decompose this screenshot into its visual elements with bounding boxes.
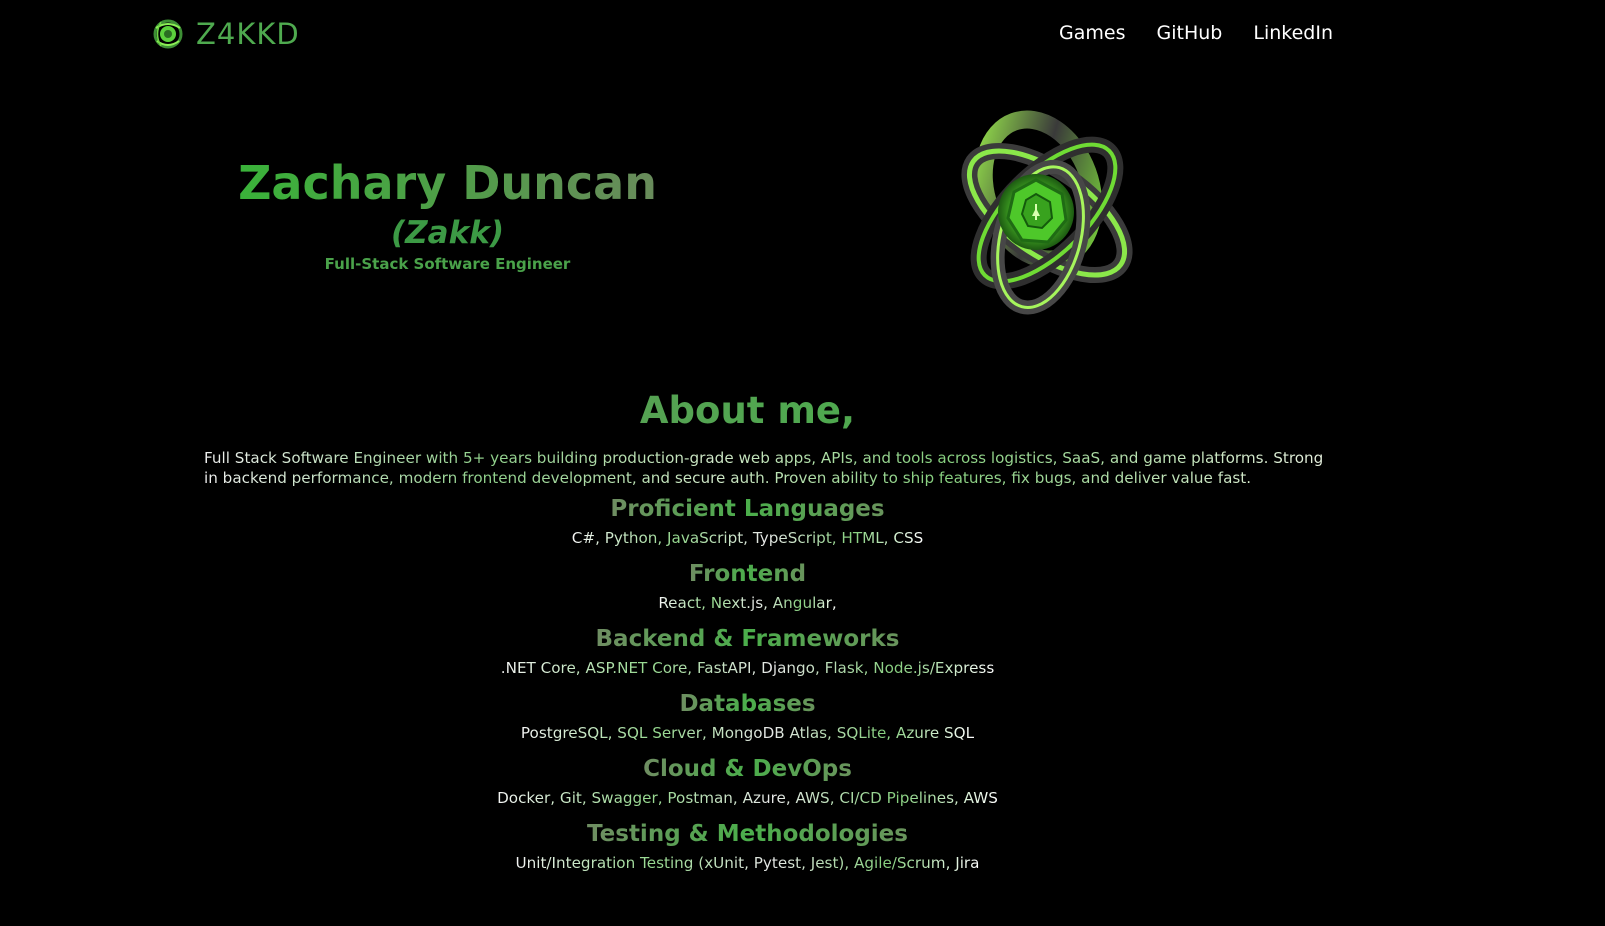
skill-group-cloud-devops: Cloud & DevOps Docker, Git, Swagger, Pos… — [0, 753, 1495, 818]
skill-items: C#, Python, JavaScript, TypeScript, HTML… — [0, 527, 1495, 549]
skill-items-text: Unit/Integration Testing (xUnit, Pytest,… — [515, 854, 980, 872]
brand-link[interactable]: Z4KKD — [152, 17, 300, 51]
nav-links: Games GitHub LinkedIn — [1059, 22, 1333, 44]
skill-heading: Databases — [679, 688, 815, 720]
skill-items-text: PostgreSQL, SQL Server, MongoDB Atlas, S… — [520, 724, 975, 742]
skill-group-languages: Proficient Languages C#, Python, JavaScr… — [0, 493, 1495, 558]
about-text: Full Stack Software Engineer with 5+ yea… — [204, 448, 1334, 488]
brand-name: Z4KKD — [196, 17, 300, 51]
navbar: Z4KKD Games GitHub LinkedIn — [0, 0, 1605, 72]
skill-items: .NET Core, ASP.NET Core, FastAPI, Django… — [0, 657, 1495, 679]
skill-heading: Cloud & DevOps — [643, 753, 852, 785]
about-title: About me, — [0, 386, 1495, 436]
skill-items: PostgreSQL, SQL Server, MongoDB Atlas, S… — [0, 722, 1495, 744]
hero-knot-image — [961, 110, 1133, 315]
skill-items-text: C#, Python, JavaScript, TypeScript, HTML… — [571, 529, 924, 547]
green-knot-logo-icon — [153, 19, 183, 49]
skill-heading: Backend & Frameworks — [596, 623, 900, 655]
skill-group-frontend: Frontend React, Next.js, Angular, — [0, 558, 1495, 623]
skill-items-text: React, Next.js, Angular, — [658, 594, 837, 612]
skill-group-databases: Databases PostgreSQL, SQL Server, MongoD… — [0, 688, 1495, 753]
skill-items: Docker, Git, Swagger, Postman, Azure, AW… — [0, 787, 1495, 809]
hero-text: Zachary Duncan (Zakk) Full-Stack Softwar… — [230, 152, 665, 273]
skill-heading: Proficient Languages — [610, 493, 884, 525]
skill-group-backend: Backend & Frameworks .NET Core, ASP.NET … — [0, 623, 1495, 688]
hero-role: Full-Stack Software Engineer — [324, 255, 571, 273]
nav-link-github[interactable]: GitHub — [1157, 22, 1223, 44]
skill-items-text: .NET Core, ASP.NET Core, FastAPI, Django… — [500, 659, 995, 677]
skill-items-text: Docker, Git, Swagger, Postman, Azure, AW… — [497, 789, 998, 807]
skill-group-testing: Testing & Methodologies Unit/Integration… — [0, 818, 1495, 883]
nav-link-linkedin[interactable]: LinkedIn — [1253, 22, 1333, 44]
hero-nickname: (Zakk) — [391, 215, 504, 251]
page: Z4KKD Games GitHub LinkedIn Zachary Dunc… — [0, 0, 1605, 926]
skill-items: Unit/Integration Testing (xUnit, Pytest,… — [0, 852, 1495, 874]
skill-items: React, Next.js, Angular, — [0, 592, 1495, 614]
hero-name: Zachary Duncan — [230, 152, 665, 214]
skill-heading: Frontend — [689, 558, 806, 590]
nav-link-games[interactable]: Games — [1059, 22, 1125, 44]
skills-section: Proficient Languages C#, Python, JavaScr… — [0, 493, 1495, 883]
skill-heading: Testing & Methodologies — [587, 818, 908, 850]
